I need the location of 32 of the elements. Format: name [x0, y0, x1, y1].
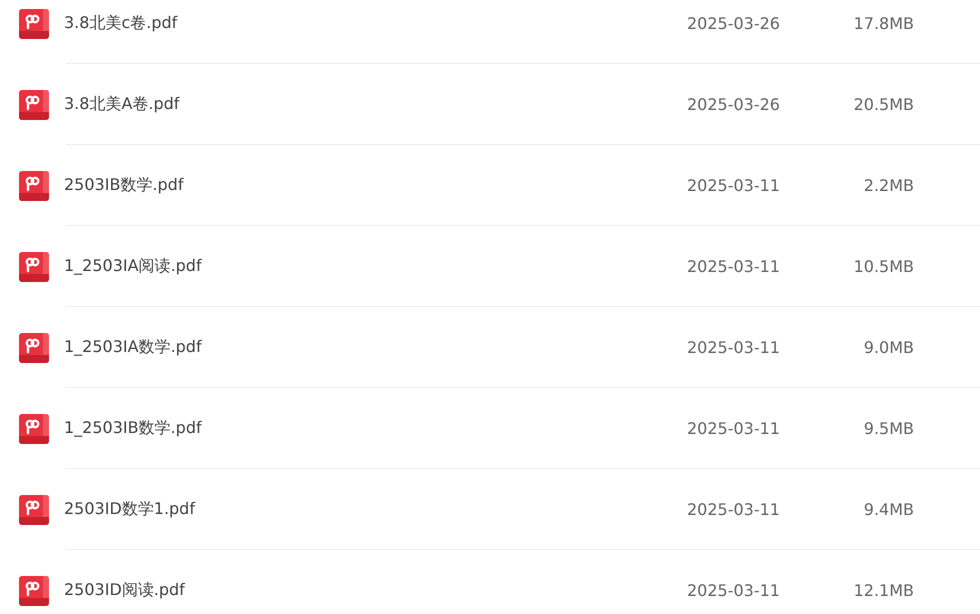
pdf-file-icon	[19, 494, 49, 524]
file-date: 2025-03-26	[687, 14, 781, 33]
file-date: 2025-03-26	[687, 95, 781, 114]
file-size: 9.5MB	[862, 419, 914, 438]
file-name[interactable]: 2503IB数学.pdf	[64, 175, 364, 196]
file-date: 2025-03-11	[687, 581, 781, 600]
file-date: 2025-03-11	[687, 257, 781, 276]
file-date: 2025-03-11	[687, 500, 781, 519]
file-date: 2025-03-11	[687, 176, 781, 195]
file-name[interactable]: 3.8北美c卷.pdf	[64, 13, 364, 34]
pdf-file-icon	[19, 90, 49, 120]
file-date: 2025-03-11	[687, 338, 781, 357]
file-name[interactable]: 2503ID数学1.pdf	[64, 499, 364, 520]
file-size: 9.0MB	[862, 338, 914, 357]
pdf-file-icon	[19, 576, 49, 606]
file-name[interactable]: 1_2503IB数学.pdf	[64, 418, 364, 439]
file-size: 17.8MB	[852, 14, 914, 33]
pdf-file-icon	[19, 170, 49, 200]
file-size: 12.1MB	[852, 581, 914, 600]
file-date: 2025-03-11	[687, 419, 781, 438]
file-name[interactable]: 1_2503IA数学.pdf	[64, 337, 364, 358]
file-name[interactable]: 1_2503IA阅读.pdf	[64, 256, 364, 277]
pdf-file-icon	[19, 8, 49, 38]
pdf-file-icon	[19, 414, 49, 444]
file-name[interactable]: 2503ID阅读.pdf	[64, 580, 364, 601]
file-name[interactable]: 3.8北美A卷.pdf	[64, 94, 364, 115]
file-size: 10.5MB	[852, 257, 914, 276]
file-size: 9.4MB	[862, 500, 914, 519]
file-size: 20.5MB	[852, 95, 914, 114]
pdf-file-icon	[19, 252, 49, 282]
file-size: 2.2MB	[862, 176, 914, 195]
pdf-file-icon	[19, 332, 49, 362]
